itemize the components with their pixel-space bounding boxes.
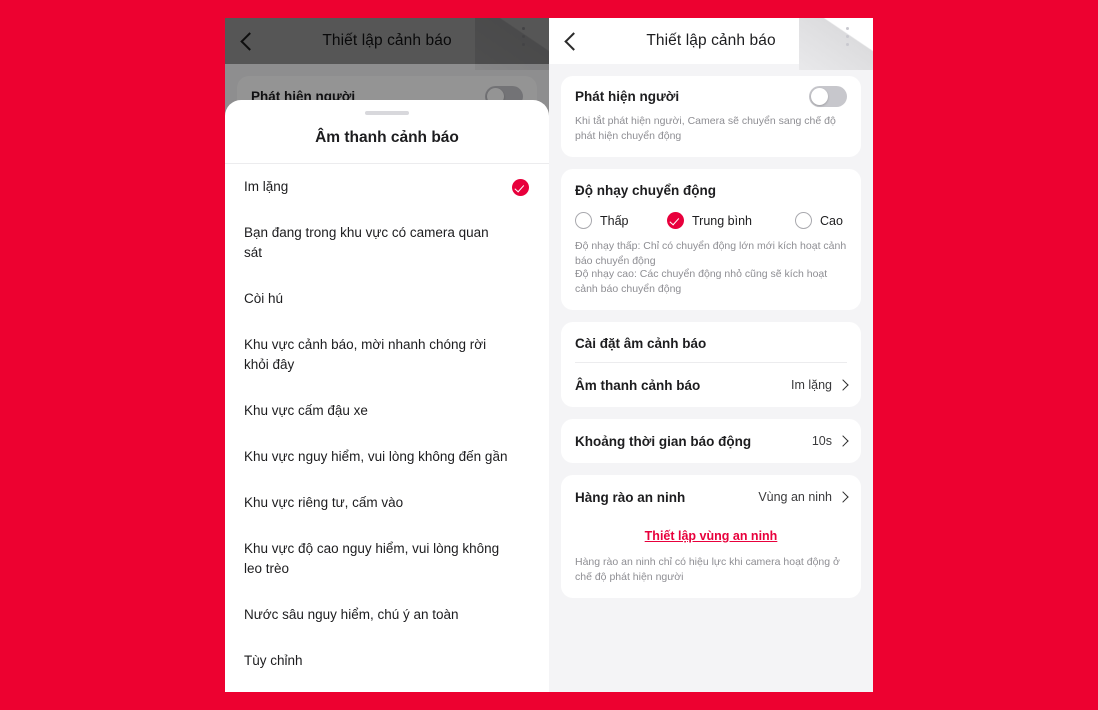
- alarm-sound-value: Im lặng: [791, 378, 832, 392]
- security-fence-hint: Hàng rào an ninh chỉ có hiệu lực khi cam…: [575, 556, 840, 583]
- security-fence-card: Hàng rào an ninh Vùng an ninh Thiết lập …: [561, 475, 861, 598]
- right-nav-title: Thiết lập cảnh báo: [646, 32, 776, 49]
- chevron-right-icon: [837, 435, 849, 447]
- human-detection-hint: Khi tắt phát hiện người, Camera sẽ chuyể…: [575, 115, 836, 142]
- option-label: Khu vực riêng tư, cấm vào: [244, 495, 404, 510]
- human-detection-card: Phát hiện người Khi tắt phát hiện người,…: [561, 76, 861, 157]
- option-label: Im lặng: [244, 179, 289, 194]
- human-detection-row[interactable]: Phát hiện người: [575, 76, 847, 116]
- radio-option-low[interactable]: Thấp: [575, 212, 667, 229]
- list-item[interactable]: Tùy chỉnh: [225, 638, 549, 684]
- radio-label: Trung bình: [692, 213, 752, 228]
- motion-sensitivity-title: Độ nhạy chuyển động: [575, 183, 717, 198]
- list-item[interactable]: Còi hú: [225, 276, 549, 322]
- sensitivity-hint-low: Độ nhạy thấp: Chỉ có chuyển động lớn mới…: [575, 240, 847, 267]
- chevron-right-icon: [837, 491, 849, 503]
- option-label: Tùy chỉnh: [244, 653, 303, 668]
- human-detection-toggle[interactable]: [809, 85, 847, 107]
- security-fence-value-group: Vùng an ninh: [758, 490, 849, 504]
- security-fence-row[interactable]: Hàng rào an ninh Vùng an ninh: [575, 475, 849, 519]
- radio-selected-icon: [667, 212, 684, 229]
- alarm-sound-label: Âm thanh cảnh báo: [575, 377, 701, 393]
- left-phone-panel: Thiết lập cảnh báo Phát hiện người Khi t…: [225, 18, 549, 692]
- sensitivity-hint-high: Độ nhạy cao: Các chuyển động nhỏ cũng sẽ…: [575, 268, 828, 295]
- list-item[interactable]: Khu vực cấm đậu xe: [225, 388, 549, 434]
- motion-sensitivity-card: Độ nhạy chuyển động Thấp Trung bình Cao: [561, 169, 861, 310]
- motion-sensitivity-radio-group: Thấp Trung bình Cao: [575, 198, 847, 241]
- left-nav-scrim: [225, 18, 549, 64]
- alarm-sound-row[interactable]: Âm thanh cảnh báo Im lặng: [575, 363, 849, 407]
- radio-option-high[interactable]: Cao: [795, 212, 843, 229]
- right-phone-panel: Thiết lập cảnh báo Phát hiện người Khi t…: [549, 18, 873, 692]
- alarm-interval-label: Khoảng thời gian báo động: [575, 433, 752, 449]
- radio-option-medium[interactable]: Trung bình: [667, 212, 795, 229]
- list-item[interactable]: Vật phẩm có giá trị, vui lòng không chạm…: [225, 684, 549, 692]
- check-circle-icon: [512, 179, 529, 196]
- radio-label: Cao: [820, 213, 843, 228]
- screenshot-stage: Thiết lập cảnh báo Phát hiện người Khi t…: [0, 0, 1098, 710]
- chevron-right-icon: [837, 379, 849, 391]
- toggle-knob: [811, 87, 828, 105]
- alarm-interval-value-group: 10s: [811, 434, 849, 448]
- alarm-interval-row[interactable]: Khoảng thời gian báo động 10s: [575, 419, 849, 463]
- alarm-sound-value-group: Im lặng: [791, 378, 849, 392]
- alarm-interval-value: 10s: [811, 434, 832, 448]
- option-label: Khu vực cảnh báo, mời nhanh chóng rời kh…: [244, 337, 487, 372]
- option-label: Bạn đang trong khu vực có camera quan sá…: [244, 225, 489, 260]
- option-label: Khu vực độ cao nguy hiểm, vui lòng không…: [244, 541, 500, 576]
- security-fence-label: Hàng rào an ninh: [575, 489, 686, 505]
- alarm-sound-sheet: Âm thanh cảnh báo Im lặng Bạn đang trong…: [225, 100, 549, 692]
- list-item[interactable]: Im lặng: [225, 164, 549, 210]
- sheet-title: Âm thanh cảnh báo: [225, 115, 549, 164]
- option-label: Nước sâu nguy hiểm, chú ý an toàn: [244, 607, 459, 622]
- security-zone-setup-link[interactable]: Thiết lập vùng an ninh: [575, 519, 847, 557]
- option-label: Còi hú: [244, 291, 284, 306]
- radio-unselected-icon: [575, 212, 592, 229]
- list-item[interactable]: Khu vực riêng tư, cấm vào: [225, 480, 549, 526]
- option-label: Khu vực nguy hiểm, vui lòng không đến gầ…: [244, 449, 508, 464]
- right-settings-body: Phát hiện người Khi tắt phát hiện người,…: [549, 64, 873, 692]
- list-item[interactable]: Khu vực cảnh báo, mời nhanh chóng rời kh…: [225, 322, 549, 388]
- alarm-sound-card: Cài đặt âm cảnh báo Âm thanh cảnh báo Im…: [561, 322, 861, 407]
- alarm-sound-card-title: Cài đặt âm cảnh báo: [575, 322, 847, 363]
- security-fence-value: Vùng an ninh: [758, 490, 832, 504]
- alarm-interval-card: Khoảng thời gian báo động 10s: [561, 419, 861, 463]
- radio-unselected-icon: [795, 212, 812, 229]
- list-item[interactable]: Bạn đang trong khu vực có camera quan sá…: [225, 210, 549, 276]
- security-zone-setup-link-text: Thiết lập vùng an ninh: [644, 529, 778, 543]
- human-detection-label: Phát hiện người: [575, 88, 680, 104]
- list-item[interactable]: Khu vực độ cao nguy hiểm, vui lòng không…: [225, 526, 549, 592]
- right-nav-bar: Thiết lập cảnh báo: [549, 18, 873, 70]
- radio-label: Thấp: [600, 213, 629, 228]
- list-item[interactable]: Khu vực nguy hiểm, vui lòng không đến gầ…: [225, 434, 549, 480]
- list-item[interactable]: Nước sâu nguy hiểm, chú ý an toàn: [225, 592, 549, 638]
- option-label: Khu vực cấm đậu xe: [244, 403, 368, 418]
